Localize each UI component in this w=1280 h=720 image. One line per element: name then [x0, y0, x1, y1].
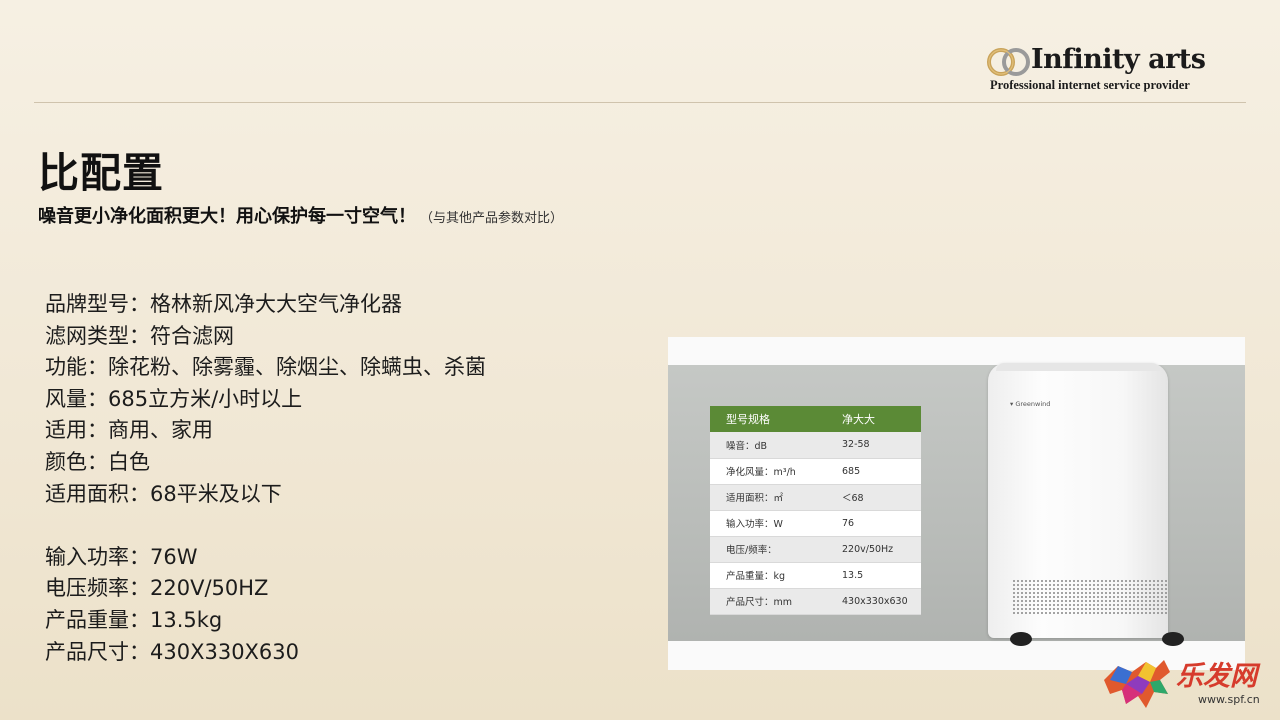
table-row: 净化风量：m³/h 685: [710, 458, 921, 485]
spec-gap: [45, 510, 486, 542]
table-cell: 430x330x630: [826, 588, 921, 615]
purifier-wheel: [1010, 632, 1032, 646]
table-cell: ＜68: [826, 484, 921, 511]
spec-list: 品牌型号：格林新风净大大空气净化器 滤网类型：符合滤网 功能：除花粉、除雾霾、除…: [45, 289, 486, 668]
purifier-brand: ▾ Greenwind: [1010, 400, 1051, 408]
table-cell: 76: [826, 510, 921, 537]
table-row: 产品重量：kg 13.5: [710, 562, 921, 589]
table-cell: 噪音：dB: [710, 432, 826, 459]
table-header-row: 型号规格 净大大: [710, 406, 921, 432]
table-cell: 净化风量：m³/h: [710, 458, 826, 485]
table-cell: 685: [826, 458, 921, 485]
watermark-url: www.spf.cn: [1198, 693, 1260, 706]
spec-power: 输入功率：76W: [45, 544, 198, 569]
page-title: 比配置: [38, 149, 164, 197]
spec-voltage: 电压频率：220V/50HZ: [45, 576, 269, 601]
logo-tagline: Professional internet service provider: [990, 78, 1190, 92]
purifier-grille: [1012, 579, 1168, 615]
product-spec-table: 型号规格 净大大 噪音：dB 32-58 净化风量：m³/h 685 适用面积：…: [710, 406, 921, 615]
table-cell: 电压/频率：: [710, 536, 826, 563]
spec-brand-model: 品牌型号：格林新风净大大空气净化器: [45, 292, 402, 316]
spec-color: 颜色：白色: [45, 449, 150, 474]
logo-title: Infinity arts: [1031, 44, 1206, 75]
table-row: 适用面积：㎡ ＜68: [710, 484, 921, 511]
slide: Infinity arts Professional internet serv…: [0, 0, 1280, 720]
table-cell: 产品尺寸：mm: [710, 588, 826, 615]
watermark-text: 乐发网: [1176, 661, 1257, 692]
purifier-wheel: [1162, 632, 1184, 646]
table-cell: 220v/50Hz: [826, 536, 921, 563]
spec-functions: 功能：除花粉、除雾霾、除烟尘、除螨虫、杀菌: [45, 355, 486, 380]
product-image: 型号规格 净大大 噪音：dB 32-58 净化风量：m³/h 685 适用面积：…: [668, 337, 1245, 670]
rings-logo-icon: [987, 48, 1030, 76]
spec-filter-type: 滤网类型：符合滤网: [45, 323, 234, 348]
table-row: 产品尺寸：mm 430x330x630: [710, 588, 921, 615]
spec-usage: 适用：商用、家用: [45, 418, 213, 443]
purifier-brand-name: Greenwind: [1015, 400, 1051, 408]
spec-size: 产品尺寸：430X330X630: [45, 639, 300, 664]
table-header-cell: 型号规格: [710, 406, 826, 432]
subtitle-note: （与其他产品参数对比）: [420, 211, 564, 226]
header-divider: [34, 102, 1246, 103]
spec-weight: 产品重量：13.5kg: [45, 607, 223, 632]
table-header-cell: 净大大: [826, 406, 921, 432]
table-cell: 输入功率：W: [710, 510, 826, 537]
table-cell: 13.5: [826, 562, 921, 589]
table-cell: 产品重量：kg: [710, 562, 826, 589]
subtitle-text: 噪音更小净化面积更大！用心保护每一寸空气！: [38, 206, 416, 227]
purifier-top: [996, 363, 1160, 371]
logo: Infinity arts Professional internet serv…: [985, 44, 1225, 94]
table-row: 电压/频率： 220v/50Hz: [710, 536, 921, 563]
spec-airflow: 风量：685立方米/小时以上: [45, 386, 303, 411]
table-cell: 适用面积：㎡: [710, 484, 826, 511]
table-row: 输入功率：W 76: [710, 510, 921, 537]
table-row: 噪音：dB 32-58: [710, 432, 921, 459]
spec-area: 适用面积：68平米及以下: [45, 481, 282, 506]
table-cell: 32-58: [826, 432, 921, 459]
horse-logo-icon: [1104, 660, 1170, 708]
subtitle: 噪音更小净化面积更大！用心保护每一寸空气！ （与其他产品参数对比）: [38, 202, 563, 228]
air-purifier-illustration: ▾ Greenwind: [988, 363, 1168, 638]
watermark: 乐发网 www.spf.cn: [1098, 654, 1276, 716]
